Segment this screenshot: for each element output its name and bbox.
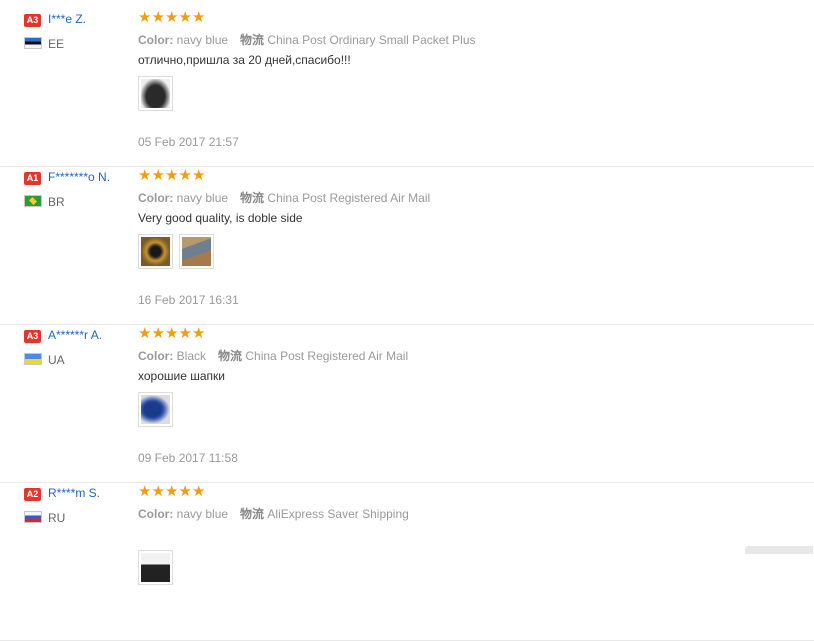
star-icon: ★ [165, 167, 179, 184]
reviewer-country: UA [48, 353, 65, 367]
color-label: Color: [138, 33, 174, 47]
star-rating: ★ ★ ★ ★ ★ [138, 325, 206, 342]
color-label: Color: [138, 507, 174, 521]
review-photos [138, 550, 173, 585]
color-label: Color: [138, 191, 174, 205]
reviewer-name[interactable]: I***e Z. [48, 12, 86, 26]
buyer-level-badge: A1 [24, 172, 41, 185]
reviewer-country: EE [48, 37, 65, 51]
star-icon: ★ [138, 483, 152, 500]
buyer-level-badge: A2 [24, 488, 41, 501]
color-value: navy blue [176, 507, 229, 521]
star-icon: ★ [178, 483, 192, 500]
country-flag-icon [24, 353, 42, 365]
reviewer-country: BR [48, 195, 65, 209]
star-icon: ★ [178, 167, 192, 184]
shipping-method: China Post Ordinary Small Packet Plus [267, 33, 476, 47]
color-value: navy blue [176, 191, 229, 205]
order-info: Color: navy blue 物流 China Post Ordinary S… [138, 31, 476, 48]
star-icon: ★ [151, 483, 165, 500]
review-item: A1 F*******o N. BR ★ ★ ★ ★ ★ Color: navy blue 物流 … [0, 167, 814, 325]
shipping-label: 物流 [218, 349, 243, 363]
review-photos [138, 76, 173, 111]
shipping-label: 物流 [240, 191, 265, 205]
star-rating: ★ ★ ★ ★ ★ [138, 9, 206, 26]
shipping-method: AliExpress Saver Shipping [267, 507, 409, 521]
floating-widget-edge[interactable] [745, 546, 813, 554]
review-photo-thumbnail[interactable] [138, 76, 173, 111]
star-rating: ★ ★ ★ ★ ★ [138, 483, 206, 500]
review-photos [138, 392, 173, 427]
buyer-level-badge: A3 [24, 330, 41, 343]
star-icon: ★ [138, 325, 152, 342]
reviewer-name[interactable]: A******r A. [48, 328, 102, 342]
order-info: Color: Black 物流 China Post Registered Air… [138, 347, 408, 364]
shipping-method: China Post Registered Air Mail [245, 349, 409, 363]
review-item: A2 R****m S. RU ★ ★ ★ ★ ★ Color: navy blue 物流 Ali… [0, 483, 814, 641]
country-flag-icon [24, 195, 42, 207]
order-info: Color: navy blue 物流 China Post Registered… [138, 189, 430, 206]
review-item: A3 I***e Z. EE ★ ★ ★ ★ ★ Color: navy blue 物流 Chin… [0, 9, 814, 167]
star-icon: ★ [192, 167, 206, 184]
star-icon: ★ [192, 9, 206, 26]
review-photo-thumbnail[interactable] [179, 234, 214, 269]
color-value: Black [176, 349, 207, 363]
star-icon: ★ [192, 325, 206, 342]
country-flag-icon [24, 37, 42, 49]
star-rating: ★ ★ ★ ★ ★ [138, 167, 206, 184]
review-date: 09 Feb 2017 11:58 [138, 451, 238, 465]
color-label: Color: [138, 349, 174, 363]
review-photos [138, 234, 214, 269]
review-photo [182, 237, 211, 266]
star-icon: ★ [151, 9, 165, 26]
review-text: хорошие шапки [138, 369, 225, 383]
country-flag-icon [24, 511, 42, 523]
star-icon: ★ [178, 325, 192, 342]
review-item: A3 A******r A. UA ★ ★ ★ ★ ★ Color: Black 物流 China… [0, 325, 814, 483]
review-date: 16 Feb 2017 16:31 [138, 293, 239, 307]
review-photo-thumbnail[interactable] [138, 550, 173, 585]
review-photo [141, 237, 170, 266]
star-icon: ★ [138, 9, 152, 26]
review-photo [141, 395, 170, 424]
star-icon: ★ [165, 9, 179, 26]
shipping-method: China Post Registered Air Mail [267, 191, 431, 205]
shipping-label: 物流 [240, 507, 265, 521]
review-date: 05 Feb 2017 21:57 [138, 135, 239, 149]
star-icon: ★ [178, 9, 192, 26]
review-photo [141, 553, 170, 582]
order-info: Color: navy blue 物流 AliExpress Saver Ship… [138, 505, 409, 522]
color-value: navy blue [176, 33, 229, 47]
reviewer-name[interactable]: R****m S. [48, 486, 100, 500]
review-text: отлично,пришла за 20 дней,спасибо!!! [138, 53, 351, 67]
star-icon: ★ [151, 325, 165, 342]
star-icon: ★ [151, 167, 165, 184]
reviewer-name[interactable]: F*******o N. [48, 170, 110, 184]
reviewer-country: RU [48, 511, 66, 525]
star-icon: ★ [165, 483, 179, 500]
shipping-label: 物流 [240, 33, 265, 47]
buyer-level-badge: A3 [24, 14, 41, 27]
star-icon: ★ [192, 483, 206, 500]
review-photo-thumbnail[interactable] [138, 392, 173, 427]
review-photo [141, 79, 170, 108]
star-icon: ★ [138, 167, 152, 184]
star-icon: ★ [165, 325, 179, 342]
review-photo-thumbnail[interactable] [138, 234, 173, 269]
review-text: Very good quality, is doble side [138, 211, 303, 225]
